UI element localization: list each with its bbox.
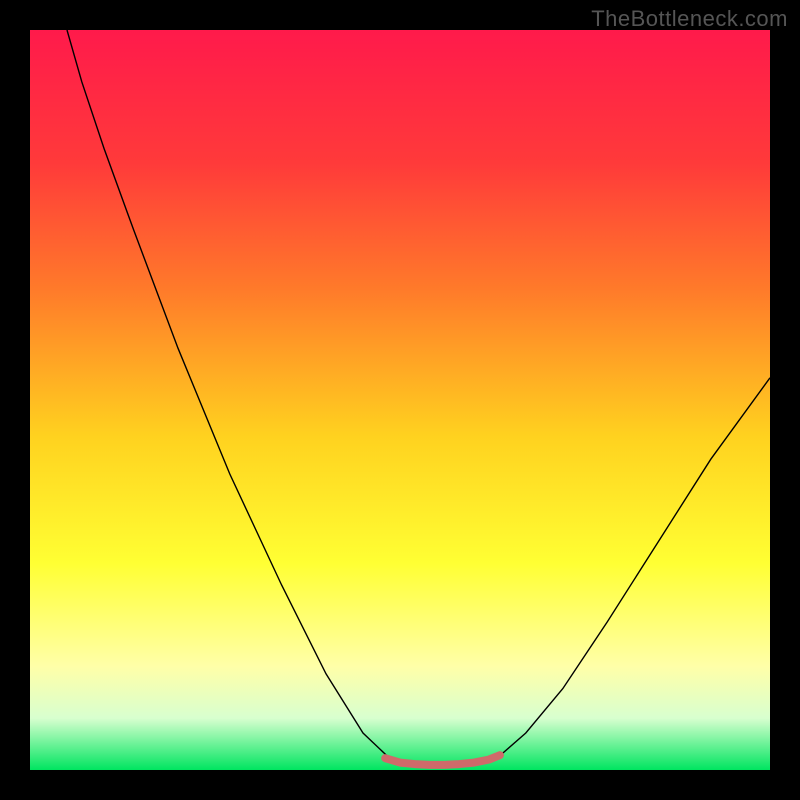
plot-area — [30, 30, 770, 770]
watermark-text: TheBottleneck.com — [591, 6, 788, 32]
chart-frame: TheBottleneck.com — [0, 0, 800, 800]
chart-svg — [30, 30, 770, 770]
gradient-background — [30, 30, 770, 770]
